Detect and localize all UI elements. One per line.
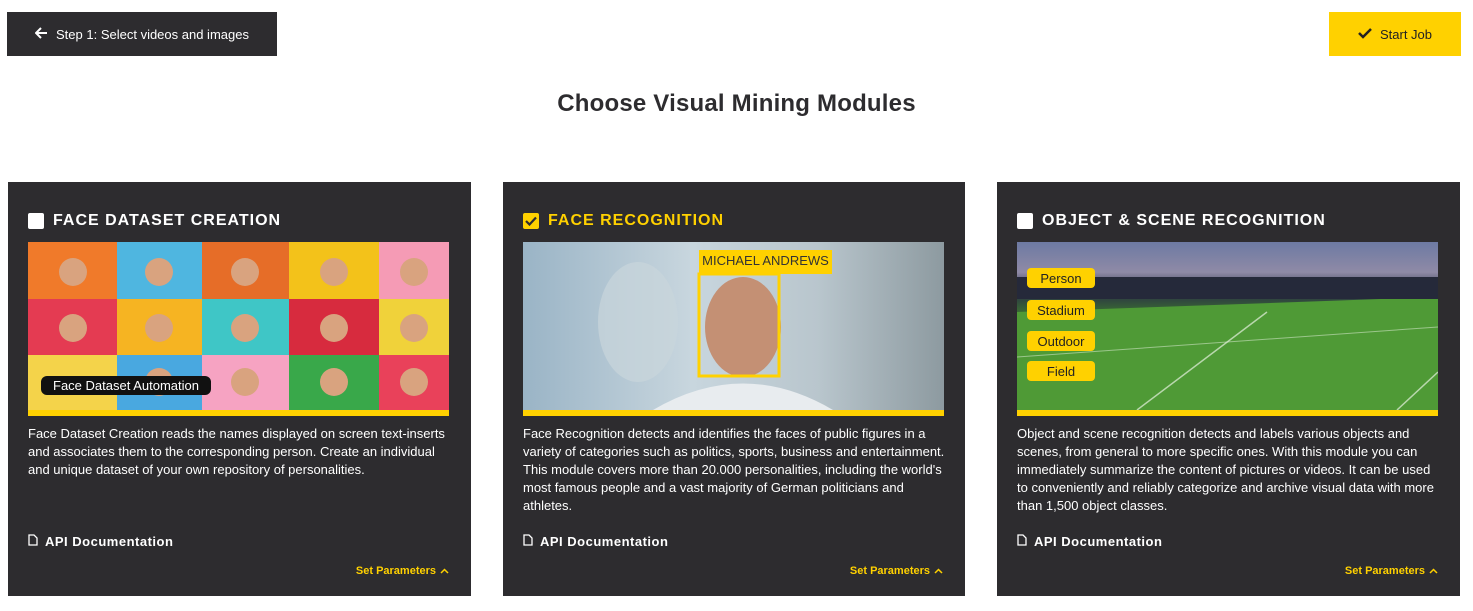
set-parameters-label: Set Parameters [355, 565, 436, 577]
module-card-face-dataset: FACE DATASET CREATION Face Dataset Autom… [8, 182, 471, 596]
page-title: Choose Visual Mining Modules [557, 90, 916, 117]
chevron-up-icon [440, 565, 449, 577]
image-accent-bar [28, 410, 449, 416]
start-job-label: Start Job [1379, 26, 1433, 42]
person-name-label: MICHAEL ANDREWS [702, 253, 829, 268]
set-parameters-label: Set Parameters [849, 565, 930, 577]
arrow-left-icon [34, 26, 48, 42]
module-checkbox[interactable] [28, 213, 44, 229]
module-card-face-recognition: FACE RECOGNITION MICHAEL ANDREWS Face Re… [503, 182, 965, 596]
chevron-up-icon [1429, 565, 1438, 577]
set-parameters-label: Set Parameters [1344, 565, 1425, 577]
image-accent-bar [1017, 410, 1438, 416]
image-caption: Face Dataset Automation [41, 376, 211, 395]
file-icon [523, 534, 533, 549]
image-accent-bar [523, 410, 944, 416]
tag-stadium: Stadium [1027, 300, 1095, 320]
tag-field: Field [1027, 361, 1095, 381]
api-documentation-link[interactable]: API Documentation [1017, 534, 1162, 549]
file-icon [1017, 534, 1027, 549]
start-job-button[interactable]: Start Job [1329, 12, 1461, 56]
api-documentation-label: API Documentation [540, 534, 669, 549]
set-parameters-toggle[interactable]: Set Parameters [850, 565, 943, 577]
file-icon [28, 534, 38, 549]
module-checkbox[interactable] [1017, 213, 1033, 229]
set-parameters-toggle[interactable]: Set Parameters [1345, 565, 1438, 577]
module-description: Object and scene recognition detects and… [1017, 426, 1434, 513]
set-parameters-toggle[interactable]: Set Parameters [356, 565, 449, 577]
module-card-object-scene: OBJECT & SCENE RECOGNITION Person Stadiu… [997, 182, 1460, 596]
api-documentation-label: API Documentation [45, 534, 174, 549]
stadium-image: Person Stadium Outdoor Field [1017, 242, 1438, 410]
face-recognition-image: MICHAEL ANDREWS [523, 242, 944, 410]
api-documentation-link[interactable]: API Documentation [523, 534, 668, 549]
check-icon [1358, 27, 1372, 42]
chevron-up-icon [934, 565, 943, 577]
face-dataset-image: Face Dataset Automation [28, 242, 449, 410]
module-title: FACE RECOGNITION [548, 212, 725, 229]
tag-outdoor: Outdoor [1027, 331, 1095, 351]
module-description: Face Recognition detects and identifies … [523, 426, 945, 513]
module-checkbox-checked[interactable] [523, 213, 539, 229]
api-documentation-link[interactable]: API Documentation [28, 534, 173, 549]
back-step-label: Step 1: Select videos and images [56, 26, 249, 42]
module-title: OBJECT & SCENE RECOGNITION [1042, 212, 1326, 229]
tag-person: Person [1027, 268, 1095, 288]
module-description: Face Dataset Creation reads the names di… [28, 426, 445, 477]
api-documentation-label: API Documentation [1034, 534, 1163, 549]
module-title: FACE DATASET CREATION [53, 212, 282, 229]
check-icon [525, 216, 537, 226]
back-step-button[interactable]: Step 1: Select videos and images [7, 12, 277, 56]
